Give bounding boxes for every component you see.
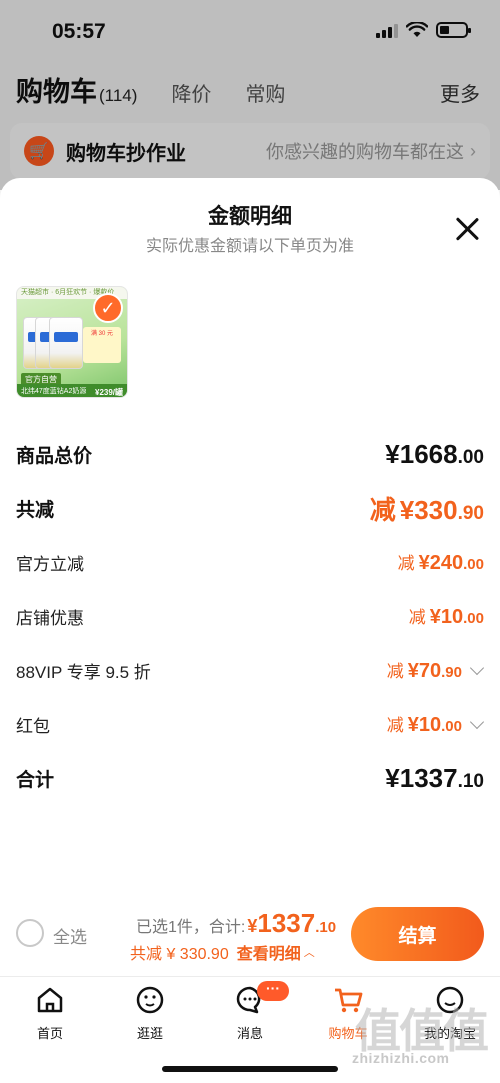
row-store-discount: 店铺优惠 减 ¥ 10 .00	[16, 596, 484, 636]
yen-sign: ¥	[399, 494, 415, 525]
amount-decimal: .00	[463, 610, 484, 627]
reduce-summary[interactable]: 共减 ¥ 330.90 查看明细 ︿	[130, 940, 315, 964]
amount-decimal: .00	[457, 446, 484, 468]
message-badge: ···	[257, 981, 289, 1001]
tab-label: 首页	[36, 1026, 63, 1041]
row-label: 官方立减	[16, 554, 84, 574]
yen-sign: ¥	[385, 762, 400, 793]
yen-sign: ¥	[407, 714, 419, 736]
row-amount: ¥ 1668 .00	[385, 439, 484, 470]
home-indicator[interactable]	[162, 1066, 338, 1072]
cart-page-background: 05:57 购物车 (114) 降价 常购 更多 🛒 购物车抄作业 你感兴趣的购…	[0, 0, 500, 190]
amount-integer: 70	[418, 660, 442, 682]
tab-home[interactable]: 首页	[5, 985, 95, 1042]
tab-explore[interactable]: 逛逛	[105, 985, 195, 1042]
row-88vip-discount[interactable]: 88VIP 专享 9.5 折 减 ¥ 70 .90	[16, 650, 485, 690]
view-details-link[interactable]: 查看明细	[237, 940, 301, 964]
amount-integer: 10	[418, 714, 442, 736]
amount-decimal: .00	[463, 556, 484, 573]
yen-sign: ¥	[407, 660, 419, 682]
row-label: 共减	[16, 499, 55, 521]
row-amount: 减 ¥ 70 .90	[386, 657, 485, 683]
amount-integer: 1337	[399, 762, 458, 793]
row-total-reduction: 共减 减 ¥ 330 .90	[16, 488, 484, 528]
amount-integer: 240	[429, 552, 464, 574]
reduce-prefix: 减	[386, 716, 404, 735]
amount-integer: 1668	[399, 438, 458, 469]
row-red-packet[interactable]: 红包 减 ¥ 10 .00	[16, 704, 485, 744]
product-unit-price: ¥239/罐	[95, 388, 124, 397]
checkout-button[interactable]: 结算	[351, 907, 484, 961]
amount-integer: 330	[414, 494, 458, 525]
checkout-bar: 全选 已选1件，合计: ¥ 1337 .10 共减 ¥ 330.90 查看明细 …	[0, 896, 500, 976]
row-amount: 减 ¥ 10 .00	[386, 711, 485, 737]
explore-icon	[135, 985, 165, 1015]
row-grand-total: 合计 ¥ 1337 .10	[16, 758, 484, 798]
sheet-title: 金额明细	[208, 205, 292, 228]
amount-decimal: .90	[441, 664, 462, 681]
product-thumbnail[interactable]: 天猫超市 · 6月狂欢节 · 爆款价 满 30 元 ✓ 官方自营 北纬47度蓝钻…	[16, 286, 128, 398]
home-icon	[35, 985, 65, 1015]
total-decimal: .10	[315, 919, 337, 936]
product-can-image	[49, 317, 83, 369]
tab-label: 逛逛	[136, 1026, 163, 1041]
reduce-prefix: 减	[408, 608, 426, 627]
chevron-down-icon	[469, 714, 485, 730]
amount-detail-sheet: 金额明细 实际优惠金额请以下单页为准 天猫超市 · 6月狂欢节 · 爆款价 满 …	[0, 178, 500, 978]
row-label: 红包	[16, 716, 50, 736]
modal-overlay[interactable]	[0, 0, 500, 190]
sheet-subtitle: 实际优惠金额请以下单页为准	[145, 238, 354, 255]
yen-sign: ¥	[247, 916, 258, 936]
row-amount: ¥ 1337 .10	[385, 763, 484, 794]
amount-decimal: .90	[457, 502, 484, 524]
select-all-label[interactable]: 全选	[53, 923, 87, 948]
row-amount: 减 ¥ 240 .00	[398, 549, 484, 575]
chevron-down-icon	[469, 660, 485, 676]
selected-info: 已选1件，合计:	[136, 919, 246, 936]
row-goods-total: 商品总价 ¥ 1668 .00	[16, 434, 484, 474]
yen-sign: ¥	[418, 552, 430, 574]
total-integer: 1337	[257, 908, 316, 938]
row-label: 合计	[16, 769, 55, 791]
select-all-radio[interactable]	[16, 919, 44, 947]
row-amount: 减 ¥ 10 .00	[409, 603, 484, 629]
amount-decimal: .00	[441, 718, 462, 735]
yen-sign: ¥	[429, 606, 441, 628]
checkmark-icon: ✓	[93, 293, 123, 323]
reduce-prefix: 减	[386, 662, 404, 681]
selected-summary: 已选1件，合计: ¥ 1337 .10	[136, 908, 336, 939]
row-official-discount: 官方立减 减 ¥ 240 .00	[16, 542, 484, 582]
reduce-text: 共减 ¥ 330.90	[130, 946, 229, 963]
watermark-text: zhizhizhi.com	[352, 1050, 450, 1066]
row-amount: 减 ¥ 330 .90	[370, 490, 484, 527]
amount-decimal: .10	[457, 770, 484, 792]
amount-integer: 10	[440, 606, 464, 628]
close-icon[interactable]	[454, 216, 480, 242]
tab-label: 消息	[236, 1026, 263, 1041]
reduce-prefix: 减	[397, 554, 415, 573]
reduce-prefix: 减	[369, 494, 396, 525]
row-label: 商品总价	[16, 445, 93, 467]
product-promo-tag: 满 30 元	[83, 327, 121, 363]
yen-sign: ¥	[385, 438, 400, 469]
row-label: 88VIP 专享 9.5 折	[16, 662, 151, 682]
chevron-up-icon: ︿	[303, 947, 315, 959]
row-label: 店铺优惠	[16, 608, 84, 628]
